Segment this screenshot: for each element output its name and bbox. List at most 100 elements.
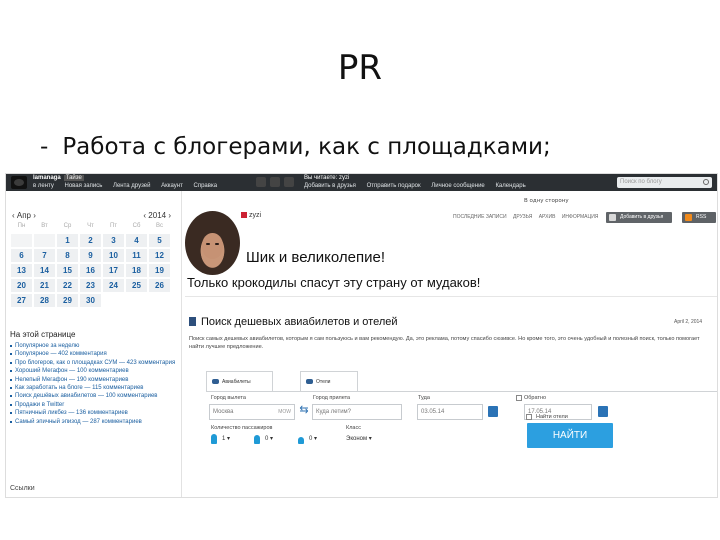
calendar-day[interactable]: 19 (149, 264, 170, 277)
rss-button[interactable]: RSS (682, 212, 716, 223)
depart-date-input[interactable]: 03.05.14 (417, 404, 483, 420)
one-way-checkbox[interactable] (516, 395, 522, 401)
header-separator (185, 296, 717, 297)
document-icon (189, 317, 196, 326)
post-author[interactable]: zyzi (241, 212, 261, 219)
messages-icon[interactable] (270, 177, 280, 187)
blog-nav-friends[interactable]: Друзья (513, 214, 532, 220)
nav-link-help[interactable]: Справка (194, 183, 218, 189)
calendar-day[interactable]: 1 (57, 234, 78, 247)
calendar-day[interactable]: 24 (103, 279, 124, 292)
calendar-day[interactable]: 20 (11, 279, 32, 292)
sidebar-link[interactable]: Про блогеров, как о площадках СУМ — 423 … (10, 359, 175, 367)
to-city-input[interactable]: Куда летим? (312, 404, 402, 420)
calendar-day[interactable]: 9 (80, 249, 101, 262)
infants-select[interactable]: 0 ▾ (309, 435, 317, 445)
sidebar-link[interactable]: Пятничный ликбез — 136 комментариев (10, 409, 175, 417)
search-icon[interactable] (703, 179, 709, 185)
username-link[interactable]: lamanaga (33, 175, 61, 181)
calendar-day[interactable]: 4 (126, 234, 147, 247)
infant-icon (298, 437, 304, 444)
children-select[interactable]: 0 ▾ (265, 435, 273, 445)
calendar-day[interactable]: 11 (126, 249, 147, 262)
sidebar-link[interactable]: Как заработать на блоге — 115 комментари… (10, 384, 175, 392)
user-links: в ленту Новая запись Лента друзей Аккаун… (33, 183, 226, 189)
calendar-day[interactable]: 21 (34, 279, 55, 292)
calendar-day[interactable]: 8 (57, 249, 78, 262)
private-message-link[interactable]: Личное сообщение (431, 183, 484, 189)
adults-select[interactable]: 1 ▾ (222, 435, 230, 445)
sidebar-link[interactable]: Продажи в Twitter (10, 401, 175, 409)
sidebar-link[interactable]: Самый эпичный эпизод — 287 комментариев (10, 418, 175, 426)
calendar-day[interactable]: 25 (126, 279, 147, 292)
bed-icon (306, 379, 313, 384)
calendar-day[interactable]: 18 (126, 264, 147, 277)
top-navigation-bar: lamanaga Тайзе в ленту Новая запись Лента… (6, 174, 717, 191)
blog-avatar[interactable] (185, 211, 240, 275)
calendar-day[interactable]: 17 (103, 264, 124, 277)
class-select[interactable]: Эконом ▾ (346, 435, 372, 445)
settings-icon[interactable] (256, 177, 266, 187)
blog-nav-recent[interactable]: Последние записи (453, 214, 507, 220)
calendar-year[interactable]: ‹ 2014 › (143, 211, 171, 220)
tab-hotels[interactable]: Отели (300, 371, 358, 391)
calendar-day[interactable]: 2 (80, 234, 101, 247)
sidebar-links: Популярное за неделю Популярное — 402 ко… (10, 342, 175, 426)
nav-link-feed[interactable]: в ленту (33, 183, 54, 189)
calendar-day[interactable]: 15 (57, 264, 78, 277)
site-logo-icon[interactable] (11, 176, 27, 189)
calendar-empty-day (34, 234, 55, 247)
bullet-text: Работа с блогерами, как с площадками; (62, 134, 551, 160)
nav-link-account[interactable]: Аккаунт (161, 183, 183, 189)
calendar-day[interactable]: 6 (11, 249, 32, 262)
to-label: Город прилета (313, 395, 351, 401)
plane-icon (212, 379, 219, 384)
calendar-day[interactable]: 13 (11, 264, 32, 277)
calendar-day[interactable]: 26 (149, 279, 170, 292)
sidebar-link[interactable]: Поиск дешёвых авиабилетов — 100 коммента… (10, 392, 175, 400)
sidebar-link[interactable]: Нелепый Мегафон — 190 комментариев (10, 376, 175, 384)
bullet-dash: - (40, 134, 49, 160)
sidebar-link[interactable]: Популярное — 402 комментария (10, 350, 175, 358)
notifications-icon[interactable] (284, 177, 294, 187)
ad-post-title[interactable]: Поиск дешевых авиабилетов и отелей (189, 316, 398, 328)
calendar-day[interactable]: 14 (34, 264, 55, 277)
blog-search-input[interactable]: Поиск по блогу (617, 177, 712, 188)
nav-link-new-post[interactable]: Новая запись (65, 183, 103, 189)
calendar-dow: Чт (87, 223, 94, 229)
calendar-icon[interactable] (598, 406, 608, 417)
find-hotels-checkbox[interactable] (526, 414, 532, 420)
calendar-day[interactable]: 5 (149, 234, 170, 247)
nav-link-friends-feed[interactable]: Лента друзей (113, 183, 150, 189)
calendar-dow: Пн (17, 223, 26, 229)
sidebar-more-title: Ссылки (10, 485, 35, 492)
sidebar-link[interactable]: Популярное за неделю (10, 342, 175, 350)
sidebar-link[interactable]: Хороший Мегафон — 100 комментариев (10, 367, 175, 375)
calendar-day[interactable]: 22 (57, 279, 78, 292)
from-city-input[interactable]: Москва MOW (209, 404, 295, 420)
calendar-day[interactable]: 23 (80, 279, 101, 292)
blog-nav-archive[interactable]: Архив (539, 214, 556, 220)
blog-nav-info[interactable]: Информация (562, 214, 599, 220)
add-to-friends-button[interactable]: Добавить в друзья (606, 212, 672, 223)
calendar-icon[interactable] (488, 406, 498, 417)
tab-flights[interactable]: Авиабилеты (206, 371, 273, 391)
calendar-day[interactable]: 29 (57, 294, 78, 307)
calendar-day[interactable]: 30 (80, 294, 101, 307)
calendar-link[interactable]: Календарь (495, 183, 525, 189)
calendar-day[interactable]: 16 (80, 264, 101, 277)
calendar-dow: Сб (132, 223, 141, 229)
calendar-day[interactable]: 7 (34, 249, 55, 262)
calendar-day[interactable]: 12 (149, 249, 170, 262)
calendar-month[interactable]: ‹ Апр › (12, 211, 36, 220)
calendar-day[interactable]: 3 (103, 234, 124, 247)
find-button[interactable]: НАЙТИ (527, 423, 613, 448)
calendar-day[interactable]: 27 (11, 294, 32, 307)
add-friend-link[interactable]: Добавить в друзья (304, 183, 356, 189)
calendar-day[interactable]: 10 (103, 249, 124, 262)
calendar-empty-day (11, 234, 32, 247)
calendar-day[interactable]: 28 (34, 294, 55, 307)
send-gift-link[interactable]: Отправить подарок (367, 183, 421, 189)
adult-icon (211, 434, 217, 444)
swap-cities-icon[interactable]: ⇆ (299, 404, 309, 416)
